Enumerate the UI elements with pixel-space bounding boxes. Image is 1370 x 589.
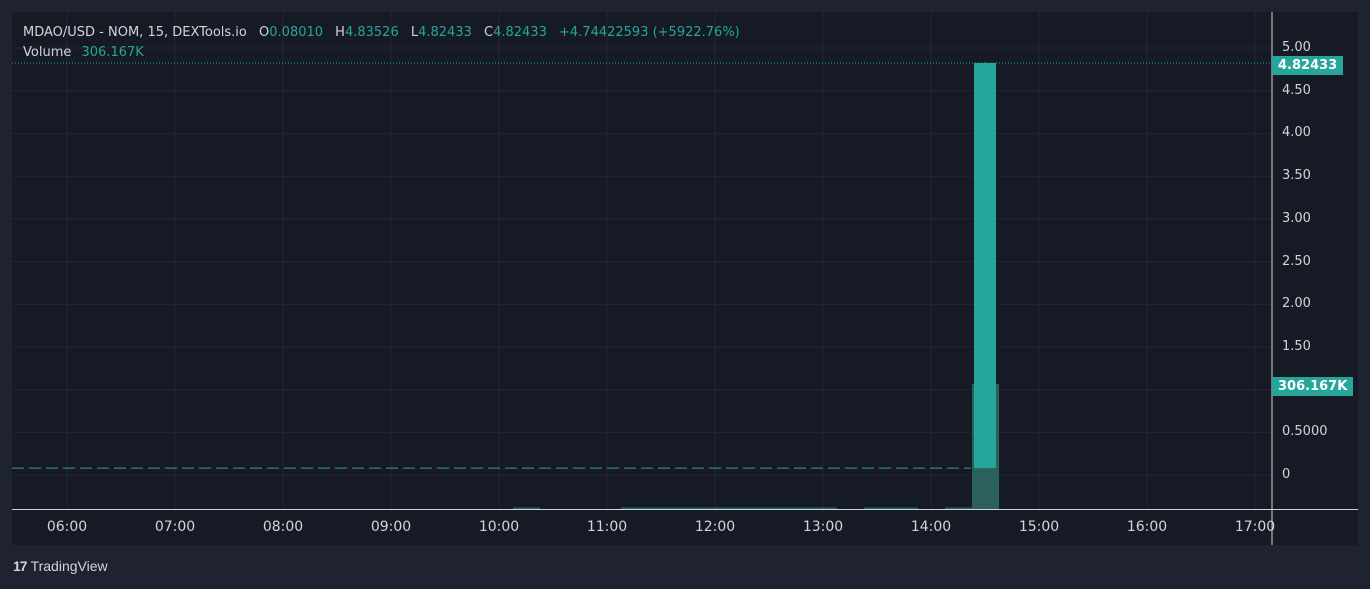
price-tick-label: 2.50 xyxy=(1282,253,1311,269)
time-tick-label: 09:00 xyxy=(370,519,412,535)
price-tick-label: 4.50 xyxy=(1282,82,1311,98)
open-value: 0.08010 xyxy=(269,25,324,40)
volume-bar xyxy=(945,507,972,509)
price-tick-label: 0 xyxy=(1282,467,1291,482)
price-tick-label: 2.00 xyxy=(1282,296,1311,312)
chart-plot[interactable] xyxy=(12,12,1358,545)
high-value: 4.83526 xyxy=(344,25,399,40)
low-value: 4.82433 xyxy=(418,25,472,40)
price-tick-label: 5.00 xyxy=(1282,40,1311,55)
change-value: +4.74422593 (+5922.76%) xyxy=(559,25,740,40)
volume-bar xyxy=(810,507,837,509)
time-tick-label: 10:00 xyxy=(478,519,520,535)
time-tick-label: 08:00 xyxy=(262,519,304,535)
tradingview-logo[interactable]: 17 TradingView xyxy=(13,558,108,574)
volume-bar xyxy=(648,507,675,509)
time-tick-label: 16:00 xyxy=(1126,519,1168,535)
symbol-label[interactable]: MDAO/USD - NOM, 15, DEXTools.io xyxy=(23,25,247,40)
volume-bar xyxy=(756,507,783,509)
volume-bar xyxy=(702,507,729,509)
volume-value: 306.167K xyxy=(81,45,144,60)
time-tick-label: 06:00 xyxy=(46,519,88,535)
price-tick-label: 1.50 xyxy=(1282,338,1311,354)
price-tick-label: 3.00 xyxy=(1282,210,1311,226)
close-key: C xyxy=(484,25,494,40)
volume-bar xyxy=(864,507,891,509)
last-price-badge: 4.82433 xyxy=(1272,56,1344,75)
price-tick-label: 4.00 xyxy=(1282,125,1311,141)
time-tick-label: 15:00 xyxy=(1018,519,1060,535)
price-tick-label: 0.5000 xyxy=(1282,424,1328,440)
time-tick-label: 11:00 xyxy=(586,519,628,535)
volume-legend: Volume 306.167K xyxy=(23,45,144,60)
close-value: 4.82433 xyxy=(493,25,547,40)
price-tick-label: 3.50 xyxy=(1282,168,1311,184)
time-tick-label: 17:00 xyxy=(1234,519,1276,535)
high-key: H xyxy=(335,25,345,40)
candle-body xyxy=(974,63,996,469)
open-key: O xyxy=(259,25,270,40)
volume-key[interactable]: Volume xyxy=(23,45,71,60)
time-tick-label: 12:00 xyxy=(694,519,736,535)
tradingview-icon: 17 xyxy=(13,558,28,574)
chart-frame[interactable]: MDAO/USD - NOM, 15, DEXTools.io O0.08010… xyxy=(12,12,1358,545)
volume-bar xyxy=(783,507,810,509)
volume-bar xyxy=(621,507,648,509)
volume-bar xyxy=(675,507,702,509)
volume-badge: 306.167K xyxy=(1272,377,1354,396)
time-tick-label: 14:00 xyxy=(910,519,952,535)
ohlc-legend: MDAO/USD - NOM, 15, DEXTools.io O0.08010… xyxy=(23,25,740,40)
volume-bar xyxy=(891,507,918,509)
time-tick-label: 07:00 xyxy=(154,519,196,535)
brand-label: TradingView xyxy=(30,558,108,574)
volume-bar xyxy=(513,507,540,509)
volume-bar xyxy=(729,507,756,509)
time-tick-label: 13:00 xyxy=(802,519,844,535)
